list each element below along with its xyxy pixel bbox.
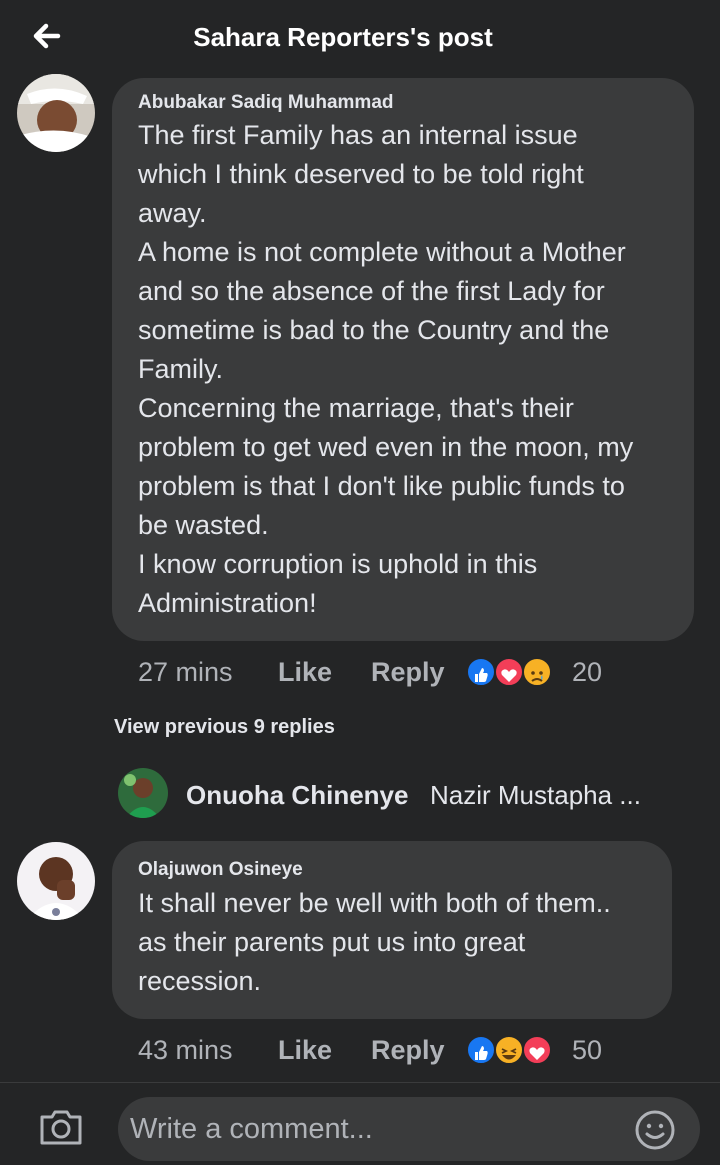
- comment-time: 43 mins: [138, 1035, 233, 1065]
- reaction-summary[interactable]: [466, 652, 566, 692]
- comment-actions: 27 mins Like Reply 20: [138, 652, 698, 692]
- reply-preview[interactable]: Onuoha Chinenye Nazir Mustapha ...: [118, 768, 698, 820]
- like-button[interactable]: Like: [278, 652, 332, 692]
- comment-input[interactable]: [118, 1097, 700, 1161]
- haha-reaction-icon: [494, 1035, 524, 1065]
- reply-snippet[interactable]: Nazir Mustapha ...: [430, 780, 641, 811]
- sad-reaction-icon: [522, 657, 552, 687]
- page-title: Sahara Reporters's post: [193, 22, 493, 52]
- comment-author[interactable]: Olajuwon Osineye: [138, 859, 668, 881]
- reply-avatar[interactable]: [118, 768, 168, 818]
- reply-button[interactable]: Reply: [371, 1030, 445, 1070]
- view-previous-replies-link[interactable]: View previous 9 replies: [114, 716, 335, 739]
- like-reaction-icon: [466, 657, 496, 687]
- comment-composer: [0, 1082, 720, 1165]
- reaction-count[interactable]: 20: [572, 652, 602, 692]
- reaction-summary[interactable]: [466, 1030, 566, 1070]
- comment-bubble[interactable]: Olajuwon Osineye It shall never be well …: [112, 841, 672, 1019]
- comment-bubble[interactable]: Abubakar Sadiq Muhammad The first Family…: [112, 78, 694, 641]
- reply-author[interactable]: Onuoha Chinenye: [186, 780, 408, 811]
- comment-actions: 43 mins Like Reply 50: [138, 1030, 698, 1070]
- comment-time: 27 mins: [138, 657, 233, 687]
- reply-button[interactable]: Reply: [371, 652, 445, 692]
- comment-author[interactable]: Abubakar Sadiq Muhammad: [138, 92, 688, 114]
- avatar[interactable]: [17, 842, 95, 920]
- comment-text: The first Family has an internal issue w…: [138, 120, 634, 618]
- like-reaction-icon: [466, 1035, 496, 1065]
- reaction-count[interactable]: 50: [572, 1030, 602, 1070]
- love-reaction-icon: [494, 657, 524, 687]
- camera-icon[interactable]: [38, 1107, 84, 1147]
- like-button[interactable]: Like: [278, 1030, 332, 1070]
- comment-text: It shall never be well with both of them…: [138, 888, 611, 996]
- love-reaction-icon: [522, 1035, 552, 1065]
- emoji-icon[interactable]: [634, 1109, 676, 1151]
- top-bar: Sahara Reporters's post: [0, 0, 720, 80]
- avatar[interactable]: [17, 74, 95, 152]
